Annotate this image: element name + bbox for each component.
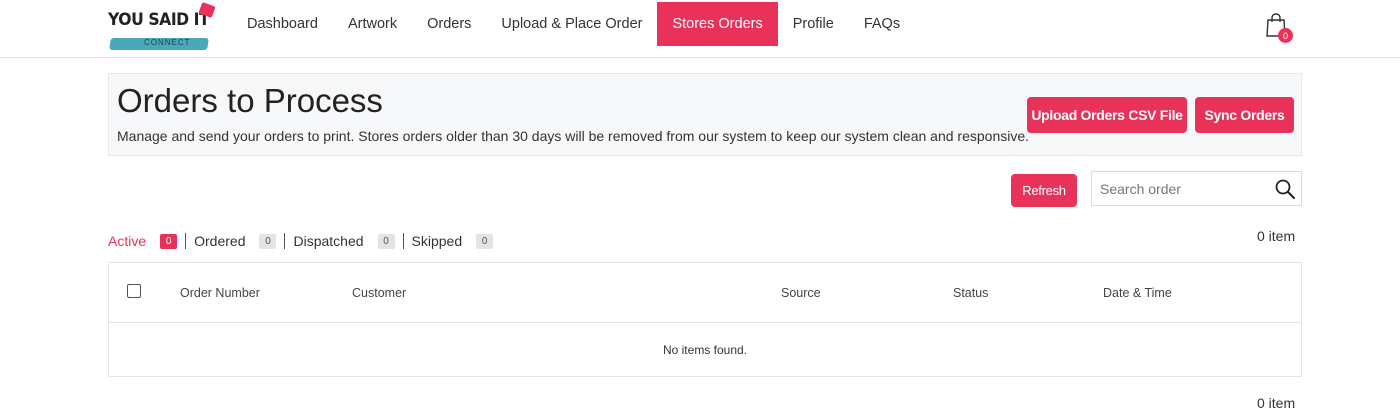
orders-table: Order Number Customer Source Status Date… bbox=[108, 262, 1302, 377]
refresh-button[interactable]: Refresh bbox=[1011, 174, 1077, 207]
brand-logo[interactable]: YOU SAID IT CONNECT bbox=[108, 1, 220, 52]
search-icon[interactable] bbox=[1274, 178, 1296, 200]
nav-faqs[interactable]: FAQs bbox=[849, 2, 915, 46]
filter-dispatched[interactable]: Dispatched 0 bbox=[293, 233, 395, 249]
filter-count-badge: 0 bbox=[259, 233, 277, 249]
empty-state-message: No items found. bbox=[662, 343, 748, 357]
nav-artwork[interactable]: Artwork bbox=[333, 2, 412, 46]
cart-button[interactable]: 0 bbox=[1264, 12, 1294, 44]
filter-divider bbox=[185, 233, 187, 249]
item-count-bottom: 0 item bbox=[1257, 395, 1296, 411]
select-all-checkbox[interactable] bbox=[127, 284, 141, 298]
filter-ordered[interactable]: Ordered 0 bbox=[194, 233, 277, 249]
logo-subtext: CONNECT bbox=[144, 38, 191, 47]
nav-stores-orders[interactable]: Stores Orders bbox=[657, 2, 778, 46]
filter-label: Skipped bbox=[411, 233, 463, 249]
filter-count-badge: 0 bbox=[377, 233, 395, 249]
sync-orders-button[interactable]: Sync Orders bbox=[1195, 97, 1294, 133]
column-source[interactable]: Source bbox=[781, 286, 821, 300]
filter-label: Ordered bbox=[194, 233, 246, 249]
filter-skipped[interactable]: Skipped 0 bbox=[412, 233, 494, 249]
filter-count-badge: 0 bbox=[160, 233, 178, 249]
filter-label: Dispatched bbox=[293, 233, 364, 249]
filter-count-badge: 0 bbox=[476, 233, 494, 249]
filter-divider bbox=[402, 233, 404, 249]
logo-text: YOU SAID IT bbox=[108, 10, 210, 30]
search-input[interactable] bbox=[1092, 172, 1267, 205]
nav-profile[interactable]: Profile bbox=[778, 2, 849, 46]
page-header-panel: Orders to Process Manage and send your o… bbox=[108, 73, 1302, 156]
column-order-number[interactable]: Order Number bbox=[180, 286, 260, 300]
filter-divider bbox=[284, 233, 286, 249]
upload-orders-csv-button[interactable]: Upload Orders CSV File bbox=[1027, 97, 1187, 133]
table-header: Order Number Customer Source Status Date… bbox=[109, 263, 1301, 323]
column-date-time[interactable]: Date & Time bbox=[1103, 286, 1172, 300]
page-description: Manage and send your orders to print. St… bbox=[117, 128, 1030, 144]
nav-orders[interactable]: Orders bbox=[412, 2, 486, 46]
top-navbar: YOU SAID IT CONNECT Dashboard Artwork Or… bbox=[0, 0, 1400, 58]
nav-upload-place-order[interactable]: Upload & Place Order bbox=[486, 2, 657, 46]
column-customer[interactable]: Customer bbox=[352, 286, 406, 300]
filter-active[interactable]: Active 0 bbox=[108, 233, 178, 249]
column-status[interactable]: Status bbox=[953, 286, 988, 300]
cart-count-badge: 0 bbox=[1278, 28, 1293, 43]
search-box bbox=[1091, 171, 1302, 206]
nav-dashboard[interactable]: Dashboard bbox=[232, 2, 333, 46]
status-filter-tabs: Active 0 Ordered 0 Dispatched 0 Skipped … bbox=[108, 231, 494, 251]
filter-label: Active bbox=[108, 233, 147, 249]
page-title: Orders to Process bbox=[117, 82, 383, 119]
main-nav: Dashboard Artwork Orders Upload & Place … bbox=[232, 2, 915, 46]
item-count-top: 0 item bbox=[1257, 228, 1296, 244]
